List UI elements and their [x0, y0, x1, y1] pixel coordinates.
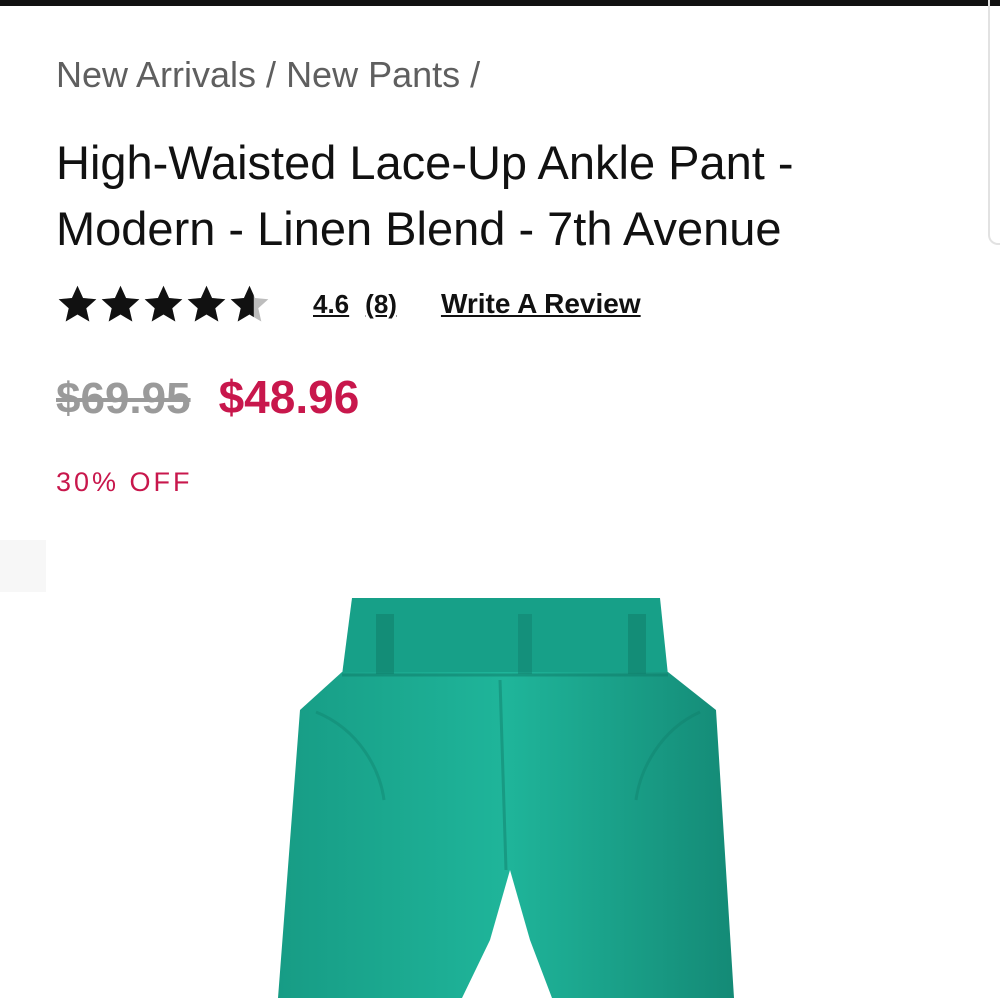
star-icon: [58, 285, 97, 322]
price-row: $69.95 $48.96: [56, 370, 359, 424]
write-review-link[interactable]: Write A Review: [441, 288, 641, 320]
star-rating[interactable]: [56, 283, 271, 326]
product-image-pants[interactable]: [0, 540, 1000, 998]
review-count-link[interactable]: (8): [365, 289, 397, 320]
breadcrumb-separator: /: [266, 54, 277, 95]
rating-row: 4.6 (8) Write A Review: [56, 282, 641, 326]
sale-price: $48.96: [218, 371, 360, 423]
breadcrumb: New Arrivals / New Pants /: [56, 54, 490, 96]
product-title: High-Waisted Lace-Up Ankle Pant - Modern…: [56, 136, 794, 255]
rating-value-link[interactable]: 4.6: [313, 289, 349, 320]
discount-badge: 30% OFF: [56, 467, 193, 497]
star-icon: [230, 285, 269, 322]
scroll-indicator: [988, 0, 1000, 245]
breadcrumb-item-new-arrivals[interactable]: New Arrivals: [56, 54, 256, 95]
original-price: $69.95: [56, 374, 191, 423]
breadcrumb-item-new-pants[interactable]: New Pants: [286, 54, 460, 95]
breadcrumb-separator: /: [470, 54, 481, 95]
top-bar: [0, 0, 1000, 6]
star-icon: [101, 285, 140, 322]
star-icon: [187, 285, 226, 322]
product-image-area[interactable]: [0, 540, 1000, 998]
star-icon: [144, 285, 183, 322]
